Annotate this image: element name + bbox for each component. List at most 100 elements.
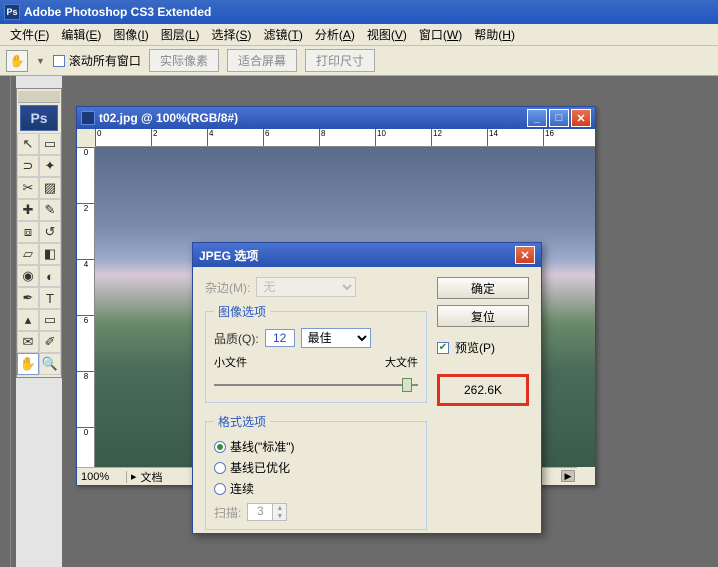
radio-baseline[interactable]: 基线("标准") — [214, 438, 418, 455]
crop-tool-icon[interactable]: ✂ — [17, 177, 39, 199]
ruler-tick: 8 — [77, 371, 95, 381]
left-dock-strip — [0, 76, 10, 567]
lasso-tool-icon[interactable]: ⊃ — [17, 155, 39, 177]
radio-icon[interactable] — [214, 462, 226, 474]
radio-optimized[interactable]: 基线已优化 — [214, 459, 418, 476]
quality-preset-select[interactable]: 最佳 — [301, 328, 371, 348]
menu-select[interactable]: 选择(S) — [205, 24, 257, 45]
dialog-close-button[interactable]: ✕ — [515, 246, 535, 264]
palette-grip[interactable] — [18, 91, 60, 103]
type-tool-icon[interactable]: T — [39, 287, 61, 309]
ok-button[interactable]: 确定 — [437, 277, 529, 299]
eyedropper-tool-icon[interactable]: ✐ — [39, 331, 61, 353]
ruler-tick: 4 — [77, 259, 95, 269]
quality-input[interactable] — [265, 329, 295, 347]
quality-slider[interactable] — [214, 370, 418, 394]
scans-value: 3 — [247, 503, 273, 521]
menu-view[interactable]: 视图(V) — [361, 24, 413, 45]
notes-tool-icon[interactable]: ✉ — [17, 331, 39, 353]
radio-optimized-label: 基线已优化 — [230, 459, 290, 476]
ruler-tick: 10 — [375, 129, 386, 147]
menu-analysis[interactable]: 分析(A) — [309, 24, 361, 45]
status-label: 文档 — [141, 469, 163, 485]
blur-tool-icon[interactable]: ◉ — [17, 265, 39, 287]
gradient-tool-icon[interactable]: ◧ — [39, 243, 61, 265]
menu-filter[interactable]: 滤镜(T) — [257, 24, 308, 45]
format-options-legend: 格式选项 — [214, 413, 270, 430]
preview-label: 预览(P) — [455, 339, 495, 356]
menu-help[interactable]: 帮助(H) — [468, 24, 521, 45]
zoom-tool-icon[interactable]: 🔍 — [39, 353, 61, 375]
ruler-tick: 4 — [207, 129, 213, 147]
hand-tool-icon[interactable]: ✋ — [6, 50, 28, 72]
large-file-label: 大文件 — [385, 354, 418, 370]
slider-thumb[interactable] — [402, 378, 412, 392]
tool-palette: Ps ↖▭ ⊃✦ ✂▨ ✚✎ ⧈↺ ▱◧ ◉◐ ✒T ▴▭ ✉✐ ✋🔍 — [16, 88, 62, 378]
heal-tool-icon[interactable]: ✚ — [17, 199, 39, 221]
app-titlebar: Ps Adobe Photoshop CS3 Extended — [0, 0, 718, 24]
close-button[interactable]: ✕ — [571, 109, 591, 127]
small-file-label: 小文件 — [214, 354, 247, 370]
menu-edit[interactable]: 编辑(E) — [55, 24, 107, 45]
brush-tool-icon[interactable]: ✎ — [39, 199, 61, 221]
ruler-tick: 0 — [77, 147, 95, 157]
ruler-tick: 0 — [77, 427, 95, 437]
jpeg-options-dialog: JPEG 选项 ✕ 杂边(M): 无 图像选项 品质(Q): 最佳 — [192, 242, 542, 534]
scrollbar-arrow-right-icon[interactable]: ▶ — [561, 470, 575, 482]
slice-tool-icon[interactable]: ▨ — [39, 177, 61, 199]
eraser-tool-icon[interactable]: ▱ — [17, 243, 39, 265]
actual-pixels-button[interactable]: 实际像素 — [149, 49, 219, 72]
ruler-tick: 12 — [431, 129, 442, 147]
ruler-tick: 0 — [95, 129, 101, 147]
scroll-all-checkbox[interactable] — [53, 55, 65, 67]
ruler-tick: 6 — [77, 315, 95, 325]
pen-tool-icon[interactable]: ✒ — [17, 287, 39, 309]
menu-layer[interactable]: 图层(L) — [155, 24, 206, 45]
preview-checkbox[interactable] — [437, 342, 449, 354]
scans-spinner: 3 ▲▼ — [247, 503, 287, 521]
hand-tool-icon-palette[interactable]: ✋ — [17, 353, 39, 375]
options-bar: ✋ ▼ 滚动所有窗口 实际像素 适合屏幕 打印尺寸 — [0, 46, 718, 76]
ruler-tick: 14 — [487, 129, 498, 147]
document-title: t02.jpg @ 100%(RGB/8#) — [99, 111, 238, 125]
ruler-tick: 2 — [77, 203, 95, 213]
radio-icon[interactable] — [214, 483, 226, 495]
stamp-tool-icon[interactable]: ⧈ — [17, 221, 39, 243]
document-titlebar[interactable]: t02.jpg @ 100%(RGB/8#) _ □ ✕ — [77, 107, 595, 129]
filesize-display: 262.6K — [437, 374, 529, 406]
maximize-button[interactable]: □ — [549, 109, 569, 127]
minimize-button[interactable]: _ — [527, 109, 547, 127]
ruler-tick: 6 — [263, 129, 269, 147]
marquee-tool-icon[interactable]: ▭ — [39, 133, 61, 155]
menubar: 文件(F) 编辑(E) 图像(I) 图层(L) 选择(S) 滤镜(T) 分析(A… — [0, 24, 718, 46]
quality-label: 品质(Q): — [214, 330, 259, 347]
ruler-horizontal: 0 2 4 6 8 10 12 14 16 — [95, 129, 595, 147]
radio-progressive-label: 连续 — [230, 480, 254, 497]
wand-tool-icon[interactable]: ✦ — [39, 155, 61, 177]
dialog-title: JPEG 选项 — [199, 247, 258, 264]
reset-button[interactable]: 复位 — [437, 305, 529, 327]
menu-file[interactable]: 文件(F) — [4, 24, 55, 45]
format-options-group: 格式选项 基线("标准") 基线已优化 连续 扫描: 3 — [205, 413, 427, 530]
shape-tool-icon[interactable]: ▭ — [39, 309, 61, 331]
scroll-all-label: 滚动所有窗口 — [69, 52, 141, 69]
menu-window[interactable]: 窗口(W) — [413, 24, 468, 45]
dialog-titlebar[interactable]: JPEG 选项 ✕ — [193, 243, 541, 267]
radio-progressive[interactable]: 连续 — [214, 480, 418, 497]
spinner-arrows-icon: ▲▼ — [273, 503, 287, 521]
ps-app-icon: Ps — [4, 4, 20, 20]
path-select-icon[interactable]: ▴ — [17, 309, 39, 331]
dodge-tool-icon[interactable]: ◐ — [39, 265, 61, 287]
move-tool-icon[interactable]: ↖ — [17, 133, 39, 155]
zoom-value[interactable]: 100% — [77, 471, 127, 483]
print-size-button[interactable]: 打印尺寸 — [305, 49, 375, 72]
ruler-tick: 2 — [151, 129, 157, 147]
radio-icon[interactable] — [214, 441, 226, 453]
dropdown-arrow-icon[interactable]: ▼ — [36, 56, 45, 66]
fit-screen-button[interactable]: 适合屏幕 — [227, 49, 297, 72]
statusbar-arrow-icon[interactable]: ▸ — [127, 470, 141, 483]
ruler-vertical: 0 2 4 6 8 0 — [77, 147, 95, 467]
menu-image[interactable]: 图像(I) — [107, 24, 154, 45]
history-brush-icon[interactable]: ↺ — [39, 221, 61, 243]
scans-label: 扫描: — [214, 504, 241, 521]
